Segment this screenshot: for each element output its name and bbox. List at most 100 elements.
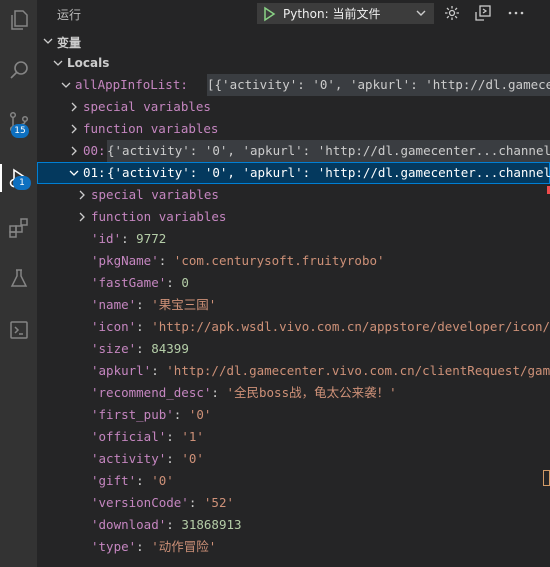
entry-key: 'name' xyxy=(91,297,137,312)
entry-value: 'http://dl.gamecenter.vivo.com.cn/client… xyxy=(166,363,550,378)
entry-content: 'icon': 'http://apk.wsdl.vivo.com.cn/app… xyxy=(91,316,550,338)
function-variables-label: function variables xyxy=(91,209,227,224)
entry-value: 9772 xyxy=(136,231,167,246)
variable-name: allAppInfoList: xyxy=(75,77,188,92)
entry-separator: : xyxy=(136,341,152,356)
entry-content: 'first_pub': '0' xyxy=(91,404,211,426)
special-variables-label: special variables xyxy=(91,187,219,202)
dict-entry[interactable]: 'gift': '0' xyxy=(37,470,550,492)
entry-value: 'http://apk.wsdl.vivo.com.cn/appstore/de… xyxy=(151,319,550,334)
run-and-debug-view: 运行 Python: 当前文件 变量 Locals allAppInfoList… xyxy=(37,0,550,567)
remote-explorer-icon[interactable] xyxy=(0,310,37,350)
entry-content: 'activity': '0' xyxy=(91,448,204,470)
entry-separator: : xyxy=(136,539,152,554)
entry-separator: : xyxy=(166,517,182,532)
search-icon[interactable] xyxy=(0,50,37,90)
entry-value: '全民boss战，龟太公来袭！' xyxy=(226,385,397,400)
dict-entry[interactable]: 'recommend_desc': '全民boss战，龟太公来袭！' xyxy=(37,382,550,404)
list-item-01[interactable]: 01: {'activity': '0', 'apkurl': 'http://… xyxy=(37,162,550,184)
entry-content: 'id': 9772 xyxy=(91,228,166,250)
activity-bar: 15 1 xyxy=(0,0,37,567)
chevron-down-icon xyxy=(416,10,426,16)
entry-value: '0' xyxy=(181,451,204,466)
chevron-right-icon xyxy=(79,212,85,222)
entry-key: 'icon' xyxy=(91,319,137,334)
function-variables-node[interactable]: function variables xyxy=(37,118,550,140)
entry-separator: : xyxy=(173,407,189,422)
debug-console-icon[interactable] xyxy=(474,4,492,22)
source-control-badge: 15 xyxy=(11,124,29,138)
chevron-right-icon xyxy=(71,146,77,156)
entry-content: 'official': '1' xyxy=(91,426,204,448)
entry-separator: : xyxy=(158,253,174,268)
entry-key: 'type' xyxy=(91,539,137,554)
entry-value: 'com.centurysoft.fruityrobo' xyxy=(173,253,385,268)
dict-entry[interactable]: 'official': '1' xyxy=(37,426,550,448)
entry-value: '果宝三国' xyxy=(151,297,217,312)
entry-value: 31868913 xyxy=(181,517,242,532)
dict-entry[interactable]: 'name': '果宝三国' xyxy=(37,294,550,316)
dict-entry[interactable]: 'fastGame': 0 xyxy=(37,272,550,294)
entry-key: 'first_pub' xyxy=(91,407,174,422)
launch-config-label: Python: 当前文件 xyxy=(283,7,381,21)
function-variables-node[interactable]: function variables xyxy=(37,206,550,228)
dict-entry[interactable]: 'apkurl': 'http://dl.gamecenter.vivo.com… xyxy=(37,360,550,382)
entry-value: '0' xyxy=(188,407,212,422)
chevron-down-icon xyxy=(43,38,53,44)
list-item-00[interactable]: 00: {'activity': '0', 'apkurl': 'http://… xyxy=(37,140,550,162)
launch-config-select[interactable]: Python: 当前文件 xyxy=(257,3,434,24)
dict-entry[interactable]: 'size': 84399 xyxy=(37,338,550,360)
entry-value: '1' xyxy=(181,429,204,444)
special-variables-node[interactable]: special variables xyxy=(37,184,550,206)
variables-section-title: 变量 xyxy=(57,36,82,50)
entry-content: 'recommend_desc': '全民boss战，龟太公来袭！' xyxy=(91,382,397,404)
entry-key: 'id' xyxy=(91,231,122,246)
item-key: 01: xyxy=(83,165,106,180)
gear-icon[interactable] xyxy=(443,4,461,22)
entry-content: 'size': 84399 xyxy=(91,338,189,360)
chevron-right-icon xyxy=(71,102,77,112)
entry-separator: : xyxy=(166,429,182,444)
entry-key: 'recommend_desc' xyxy=(91,385,212,400)
dict-entry[interactable]: 'pkgName': 'com.centurysoft.fruityrobo' xyxy=(37,250,550,272)
entry-separator: : xyxy=(166,451,182,466)
chevron-right-icon xyxy=(71,124,77,134)
dict-entry[interactable]: 'id': 9772 xyxy=(37,228,550,250)
dict-entry[interactable]: 'download': 31868913 xyxy=(37,514,550,536)
entry-separator: : xyxy=(136,473,152,488)
play-icon[interactable] xyxy=(261,6,277,22)
entry-separator: : xyxy=(136,297,152,312)
dict-entry[interactable]: 'activity': '0' xyxy=(37,448,550,470)
entry-key: 'apkurl' xyxy=(91,363,152,378)
entry-value: '52' xyxy=(203,495,235,510)
testing-icon[interactable] xyxy=(0,259,37,299)
entry-key: 'activity' xyxy=(91,451,167,466)
entry-content: 'fastGame': 0 xyxy=(91,272,189,294)
locals-scope[interactable]: Locals xyxy=(37,52,550,74)
dict-entry[interactable]: 'icon': 'http://apk.wsdl.vivo.com.cn/app… xyxy=(37,316,550,338)
dict-entry[interactable]: 'versionCode': '52' xyxy=(37,492,550,514)
variables-section-header[interactable]: 变量 xyxy=(37,30,550,52)
item-preview: {'activity': '0', 'apkurl': 'http://dl.g… xyxy=(107,140,550,162)
entry-content: 'apkurl': 'http://dl.gamecenter.vivo.com… xyxy=(91,360,550,382)
entry-separator: : xyxy=(121,231,137,246)
more-icon[interactable] xyxy=(507,4,525,22)
entry-separator: : xyxy=(166,275,182,290)
extensions-icon[interactable] xyxy=(0,208,37,248)
entry-value: 84399 xyxy=(151,341,189,356)
entry-key: 'official' xyxy=(91,429,167,444)
dict-entry[interactable]: 'type': '动作冒险' xyxy=(37,536,550,558)
entry-value: '0' xyxy=(151,473,174,488)
debug-badge: 1 xyxy=(13,176,31,190)
dict-entry[interactable]: 'first_pub': '0' xyxy=(37,404,550,426)
entry-key: 'size' xyxy=(91,341,137,356)
special-variables-node[interactable]: special variables xyxy=(37,96,550,118)
entry-value: 0 xyxy=(181,275,189,290)
entry-separator: : xyxy=(211,385,227,400)
variable-allAppInfoList[interactable]: allAppInfoList: [{'activity': '0', 'apku… xyxy=(37,74,550,96)
explorer-icon[interactable] xyxy=(0,0,37,40)
special-variables-label: special variables xyxy=(83,99,211,114)
locals-label: Locals xyxy=(67,56,110,70)
entry-value: '动作冒险' xyxy=(151,539,217,554)
entry-separator: : xyxy=(188,495,204,510)
